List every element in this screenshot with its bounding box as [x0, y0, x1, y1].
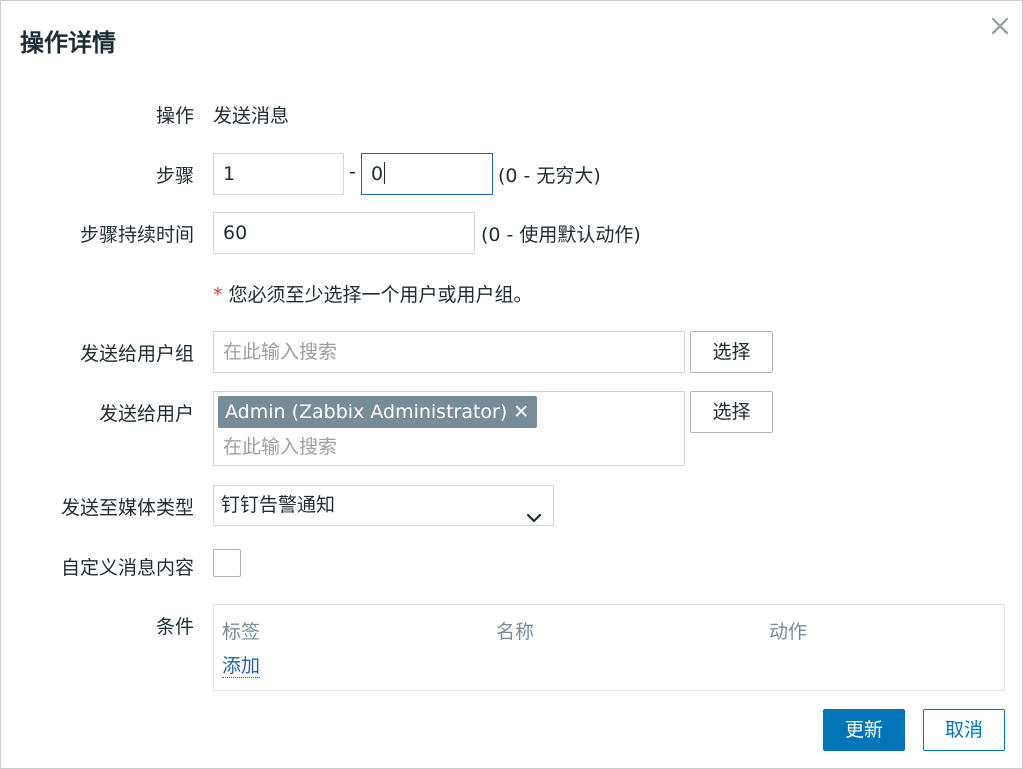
step-duration-input[interactable]: 60 [213, 212, 475, 254]
update-button[interactable]: 更新 [823, 709, 905, 751]
user-chip-label: Admin (Zabbix Administrator) [225, 401, 508, 423]
operation-details-dialog: 操作详情 操作 发送消息 步骤 1 - 0 (0 - 无穷大) 步骤持续时间 6… [0, 0, 1023, 769]
add-condition-link[interactable]: 添加 [222, 655, 261, 678]
conditions-label: 条件 [155, 616, 194, 638]
dialog-title: 操作详情 [20, 29, 116, 57]
required-mark: * [213, 284, 223, 306]
steps-separator: - [349, 161, 356, 183]
step-duration-hint: (0 - 使用默认动作) [481, 224, 641, 246]
users-select-button[interactable]: 选择 [690, 391, 773, 433]
media-type-selected: 钉钉告警通知 [221, 494, 336, 516]
text-caret [384, 162, 386, 184]
steps-hint: (0 - 无穷大) [498, 165, 601, 187]
step-duration-label: 步骤持续时间 [79, 224, 194, 246]
step-from-input[interactable]: 1 [213, 153, 344, 195]
user-groups-search-input[interactable]: 在此输入搜索 [213, 331, 685, 373]
custom-message-checkbox[interactable] [213, 549, 241, 577]
operation-value: 发送消息 [213, 105, 290, 127]
user-groups-select-button[interactable]: 选择 [690, 331, 773, 373]
user-groups-label: 发送给用户组 [79, 343, 194, 365]
step-to-input[interactable]: 0 [361, 153, 493, 195]
close-icon[interactable] [987, 13, 1013, 39]
remove-chip-icon[interactable]: ✕ [513, 396, 529, 428]
media-type-label: 发送至媒体类型 [60, 497, 194, 519]
operation-label: 操作 [155, 105, 194, 127]
users-search-placeholder[interactable]: 在此输入搜索 [223, 432, 337, 459]
steps-label: 步骤 [155, 165, 194, 187]
users-label: 发送给用户 [98, 403, 194, 425]
required-notice: * 您必须至少选择一个用户或用户组。 [213, 280, 533, 307]
conditions-col-name: 名称 [496, 621, 535, 643]
user-chip: Admin (Zabbix Administrator) ✕ [218, 396, 538, 428]
cancel-button[interactable]: 取消 [923, 709, 1005, 751]
conditions-table: 标签 名称 动作 添加 [213, 604, 1005, 691]
users-multiselect[interactable]: Admin (Zabbix Administrator) ✕ 在此输入搜索 [213, 391, 685, 466]
chevron-down-icon [526, 499, 542, 538]
custom-message-label: 自定义消息内容 [60, 557, 194, 579]
conditions-col-label: 标签 [222, 621, 261, 643]
step-duration-value: 60 [223, 222, 248, 244]
step-to-value: 0 [371, 163, 384, 185]
user-groups-placeholder: 在此输入搜索 [223, 341, 338, 363]
step-from-value: 1 [223, 163, 236, 185]
required-notice-text: 您必须至少选择一个用户或用户组。 [228, 284, 533, 306]
conditions-col-action: 动作 [769, 621, 808, 643]
media-type-select[interactable]: 钉钉告警通知 [213, 485, 554, 526]
